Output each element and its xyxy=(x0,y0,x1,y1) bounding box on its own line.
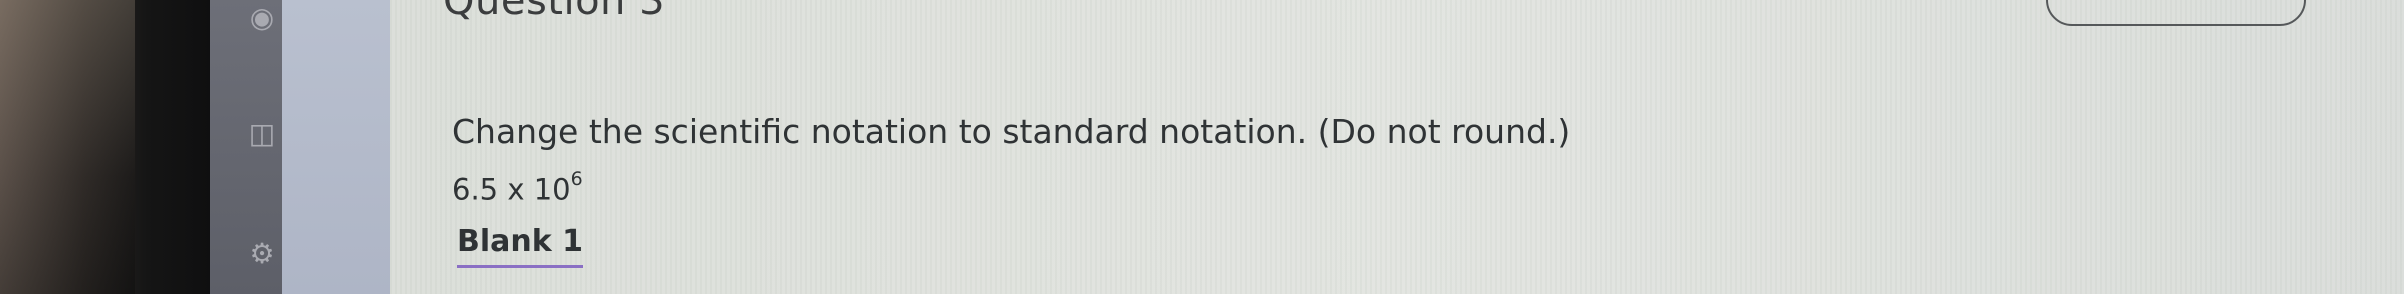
blank-1-label[interactable]: Blank 1 xyxy=(457,224,584,268)
book-icon[interactable]: ◫ xyxy=(244,116,280,152)
bezel-glare xyxy=(0,0,135,294)
question-prompt: Change the scientific notation to standa… xyxy=(452,112,1571,151)
sidebar-strip xyxy=(282,0,390,294)
expression-exponent: 6 xyxy=(570,168,583,190)
gradebook-icon[interactable]: ⚙ xyxy=(244,236,280,272)
question-title: Question 3 xyxy=(443,0,666,24)
question-action-button[interactable] xyxy=(2046,0,2306,26)
scientific-notation-expression: 6.5 x 106 xyxy=(452,168,583,207)
globe-icon[interactable]: ◉ xyxy=(244,0,280,36)
expression-base: 6.5 x 10 xyxy=(452,172,571,207)
